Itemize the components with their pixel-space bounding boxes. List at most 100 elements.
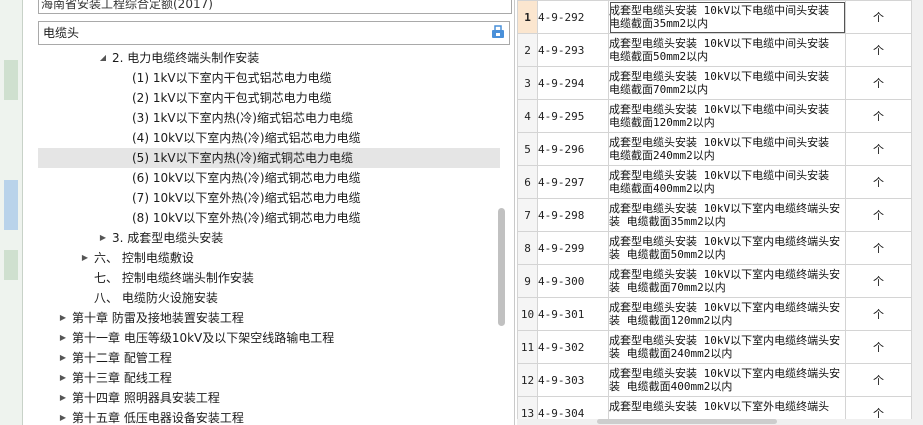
row-number[interactable]: 6 — [517, 165, 538, 199]
quota-code-cell[interactable]: 4-9-298 — [537, 198, 609, 232]
row-number[interactable]: 11 — [517, 330, 538, 364]
unit-cell[interactable]: 个 — [845, 132, 912, 166]
unit-cell[interactable]: 个 — [845, 165, 912, 199]
search-input[interactable] — [39, 22, 487, 42]
table-row[interactable]: 3 4-9-294 成套型电缆头安装 10kV以下电缆中间头安装 电缆截面70mm2… — [517, 66, 912, 100]
table-row[interactable]: 11 4-9-302 成套型电缆头安装 10kV以下室内电缆终端头安装 电缆截面24… — [517, 330, 912, 364]
tree-item[interactable]: ▶ 3. 成套型电缆头安装 — [38, 228, 500, 248]
quota-code-cell[interactable]: 4-9-292 — [537, 0, 609, 34]
row-number[interactable]: 5 — [517, 132, 538, 166]
tree-item[interactable]: (1) 1kV以下室内干包式铝芯电力电缆 — [38, 68, 500, 88]
collapsed-arrow-icon[interactable]: ▶ — [80, 248, 90, 268]
row-number[interactable]: 10 — [517, 297, 538, 331]
quota-name-cell[interactable]: 成套型电缆头安装 10kV以下电缆中间头安装 电缆截面240mm2以内 — [608, 132, 846, 166]
search-icon[interactable] — [491, 25, 505, 39]
tree-item[interactable]: ▶ 第十四章 照明器具安装工程 — [38, 388, 500, 408]
quota-code-cell[interactable]: 4-9-300 — [537, 264, 609, 298]
table-row[interactable]: 1 4-9-292 成套型电缆头安装 10kV以下电缆中间头安装 电缆截面35mm2… — [517, 0, 912, 34]
tree-item[interactable]: ▶ 第十章 防雷及接地装置安装工程 — [38, 308, 500, 328]
collapsed-arrow-icon[interactable]: ▶ — [98, 228, 108, 248]
table-row[interactable]: 12 4-9-303 成套型电缆头安装 10kV以下室内电缆终端头安装 电缆截面40… — [517, 363, 912, 397]
tree-scrollbar-thumb[interactable] — [498, 208, 505, 326]
tree-item[interactable]: (3) 1kV以下室内热(冷)缩式铝芯电力电缆 — [38, 108, 500, 128]
table-row[interactable]: 5 4-9-296 成套型电缆头安装 10kV以下电缆中间头安装 电缆截面240mm… — [517, 132, 912, 166]
unit-cell[interactable]: 个 — [845, 297, 912, 331]
tree-item[interactable]: (7) 10kV以下室外热(冷)缩式铝芯电力电缆 — [38, 188, 500, 208]
tree-item[interactable]: (2) 1kV以下室内干包式铜芯电力电缆 — [38, 88, 500, 108]
table-h-scrollbar-thumb[interactable] — [597, 419, 777, 424]
quota-name-cell[interactable]: 成套型电缆头安装 10kV以下室内电缆终端头安装 电缆截面50mm2以内 — [608, 231, 846, 265]
table-row[interactable]: 8 4-9-299 成套型电缆头安装 10kV以下室内电缆终端头安装 电缆截面50m… — [517, 231, 912, 265]
quota-code-cell[interactable]: 4-9-296 — [537, 132, 609, 166]
library-dropdown[interactable]: 海南省安装工程综合定额(2017) — [38, 0, 512, 14]
table-row[interactable]: 2 4-9-293 成套型电缆头安装 10kV以下电缆中间头安装 电缆截面50mm2… — [517, 33, 912, 67]
row-number[interactable]: 1 — [517, 0, 538, 34]
tree-item[interactable]: (5) 1kV以下室内热(冷)缩式铜芯电力电缆 — [38, 148, 500, 168]
quota-code-cell[interactable]: 4-9-302 — [537, 330, 609, 364]
tree-item[interactable]: ▶ 第十三章 配线工程 — [38, 368, 500, 388]
tree-item[interactable]: (6) 10kV以下室内热(冷)缩式铜芯电力电缆 — [38, 168, 500, 188]
quota-name-cell[interactable]: 成套型电缆头安装 10kV以下电缆中间头安装 电缆截面70mm2以内 — [608, 66, 846, 100]
quota-name-cell[interactable]: 成套型电缆头安装 10kV以下室内电缆终端头安装 电缆截面35mm2以内 — [608, 198, 846, 232]
quota-name-cell[interactable]: 成套型电缆头安装 10kV以下电缆中间头安装 电缆截面400mm2以内 — [608, 165, 846, 199]
unit-cell[interactable]: 个 — [845, 33, 912, 67]
tree-item[interactable]: ▶ 六、 控制电缆敷设 — [38, 248, 500, 268]
unit-cell[interactable]: 个 — [845, 264, 912, 298]
unit-cell[interactable]: 个 — [845, 99, 912, 133]
tree-scrollbar[interactable] — [496, 48, 506, 425]
tree-item[interactable]: ▶ 第十二章 配管工程 — [38, 348, 500, 368]
unit-cell[interactable]: 个 — [845, 330, 912, 364]
quota-code-cell[interactable]: 4-9-301 — [537, 297, 609, 331]
collapsed-arrow-icon[interactable]: ▶ — [58, 388, 68, 408]
row-number[interactable]: 8 — [517, 231, 538, 265]
table-row[interactable]: 6 4-9-297 成套型电缆头安装 10kV以下电缆中间头安装 电缆截面400mm… — [517, 165, 912, 199]
unit-cell[interactable]: 个 — [845, 363, 912, 397]
quota-code-cell[interactable]: 4-9-299 — [537, 231, 609, 265]
row-number[interactable]: 3 — [517, 66, 538, 100]
tree-item[interactable]: 七、 控制电缆终端头制作安装 — [38, 268, 500, 288]
quota-code-cell[interactable]: 4-9-297 — [537, 165, 609, 199]
row-number[interactable]: 2 — [517, 33, 538, 67]
quota-name-text: 成套型电缆头安装 10kV以下室内电缆终端头安装 电缆截面240mm2以内 — [609, 334, 841, 360]
quota-code-cell[interactable]: 4-9-303 — [537, 363, 609, 397]
tree-item[interactable]: ◢ 2. 电力电缆终端头制作安装 — [38, 48, 500, 68]
table-row[interactable]: 7 4-9-298 成套型电缆头安装 10kV以下室内电缆终端头安装 电缆截面35m… — [517, 198, 912, 232]
collapsed-arrow-icon[interactable]: ▶ — [58, 408, 68, 425]
expanded-arrow-icon[interactable]: ◢ — [98, 48, 108, 68]
quota-name-cell[interactable]: 成套型电缆头安装 10kV以下电缆中间头安装 电缆截面120mm2以内 — [608, 99, 846, 133]
row-number[interactable]: 12 — [517, 363, 538, 397]
collapsed-arrow-icon[interactable]: ▶ — [58, 328, 68, 348]
quota-code-cell[interactable]: 4-9-294 — [537, 66, 609, 100]
table-row[interactable]: 9 4-9-300 成套型电缆头安装 10kV以下室内电缆终端头安装 电缆截面70m… — [517, 264, 912, 298]
quota-name-text: 成套型电缆头安装 10kV以下电缆中间头安装 电缆截面70mm2以内 — [609, 70, 830, 96]
tree-item[interactable]: ▶ 第十一章 电压等级10kV及以下架空线路输电工程 — [38, 328, 500, 348]
quota-code-cell[interactable]: 4-9-293 — [537, 33, 609, 67]
table-row[interactable]: 10 4-9-301 成套型电缆头安装 10kV以下室内电缆终端头安装 电缆截面12… — [517, 297, 912, 331]
quota-name-text: 成套型电缆头安装 10kV以下室内电缆终端头安装 电缆截面400mm2以内 — [609, 367, 841, 393]
tree-item[interactable]: (8) 10kV以下室外热(冷)缩式铜芯电力电缆 — [38, 208, 500, 228]
quota-code-cell[interactable]: 4-9-295 — [537, 99, 609, 133]
quota-name-cell[interactable]: 成套型电缆头安装 10kV以下室内电缆终端头安装 电缆截面70mm2以内 — [608, 264, 846, 298]
tree-item-label: 八、 电缆防火设施安装 — [94, 291, 218, 305]
unit-cell[interactable]: 个 — [845, 66, 912, 100]
row-number[interactable]: 7 — [517, 198, 538, 232]
table-row[interactable]: 4 4-9-295 成套型电缆头安装 10kV以下电缆中间头安装 电缆截面120mm… — [517, 99, 912, 133]
table-h-scrollbar[interactable] — [517, 419, 923, 425]
quota-name-cell[interactable]: 成套型电缆头安装 10kV以下室内电缆终端头安装 电缆截面120mm2以内 — [608, 297, 846, 331]
unit-cell[interactable]: 个 — [845, 0, 912, 34]
unit-cell[interactable]: 个 — [845, 231, 912, 265]
tree-item[interactable]: ▶ 第十五章 低压电器设备安装工程 — [38, 408, 500, 425]
quota-name-cell[interactable]: 成套型电缆头安装 10kV以下电缆中间头安装 电缆截面35mm2以内 — [608, 0, 846, 34]
unit-cell[interactable]: 个 — [845, 198, 912, 232]
tree-item[interactable]: 八、 电缆防火设施安装 — [38, 288, 500, 308]
quota-name-text: 成套型电缆头安装 10kV以下电缆中间头安装 电缆截面35mm2以内 — [609, 4, 830, 30]
tree-item[interactable]: (4) 10kV以下室内热(冷)缩式铝芯电力电缆 — [38, 128, 500, 148]
quota-name-cell[interactable]: 成套型电缆头安装 10kV以下室内电缆终端头安装 电缆截面400mm2以内 — [608, 363, 846, 397]
collapsed-arrow-icon[interactable]: ▶ — [58, 348, 68, 368]
quota-name-cell[interactable]: 成套型电缆头安装 10kV以下室内电缆终端头安装 电缆截面240mm2以内 — [608, 330, 846, 364]
row-number[interactable]: 4 — [517, 99, 538, 133]
row-number[interactable]: 9 — [517, 264, 538, 298]
quota-name-cell[interactable]: 成套型电缆头安装 10kV以下电缆中间头安装 电缆截面50mm2以内 — [608, 33, 846, 67]
collapsed-arrow-icon[interactable]: ▶ — [58, 308, 68, 328]
collapsed-arrow-icon[interactable]: ▶ — [58, 368, 68, 388]
